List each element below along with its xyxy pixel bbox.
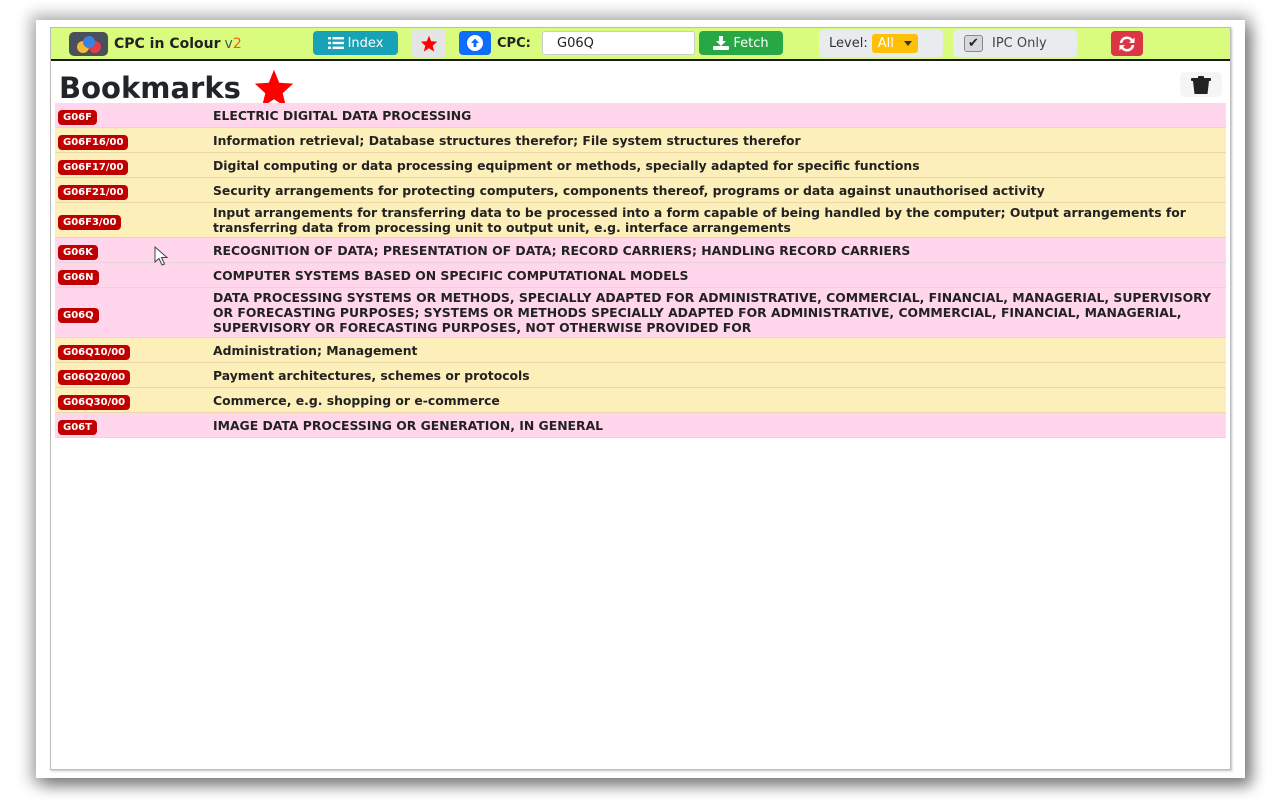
brand[interactable]: CPC in Colour v2 [69,31,242,57]
bookmark-row[interactable]: G06K RECOGNITION OF DATA; PRESENTATION OF… [55,238,1226,263]
star-icon [254,69,294,108]
cpc-code-badge[interactable]: G06N [58,270,99,285]
cpc-code-badge[interactable]: G06T [58,420,97,435]
bookmark-row[interactable]: G06T IMAGE DATA PROCESSING OR GENERATION,… [55,413,1226,438]
bookmark-title: Administration; Management [213,342,418,358]
bookmarks-table: G06F ELECTRIC DIGITAL DATA PROCESSING G06F… [55,103,1226,438]
clear-bookmarks-button[interactable] [1180,72,1222,97]
bookmark-title: Digital computing or data processing equ… [213,157,920,173]
bookmark-title: DATA PROCESSING SYSTEMS OR METHODS, SPEC… [213,290,1211,335]
mouse-cursor-icon [154,246,169,266]
ipc-only-checkbox[interactable]: ✔ [964,35,983,52]
cpc-code-badge[interactable]: G06F21/00 [58,185,129,200]
cpc-code-badge[interactable]: G06Q10/00 [58,345,131,360]
bookmark-code-cell: G06F17/00 [55,155,213,175]
bookmark-code-cell: G06F [55,105,213,125]
app-logo-icon [69,32,108,56]
cpc-input[interactable] [542,31,695,55]
cpc-code-badge[interactable]: G06Q30/00 [58,395,131,410]
bookmark-title: RECOGNITION OF DATA; PRESENTATION OF DAT… [213,242,911,258]
ipc-only-label: IPC Only [992,36,1047,51]
index-button[interactable]: Index [313,31,398,55]
star-icon [420,35,437,52]
cpc-code-badge[interactable]: G06F17/00 [58,160,129,175]
trash-icon [1191,75,1211,94]
level-select[interactable]: All [871,34,918,53]
fetch-label: Fetch [733,35,769,51]
caret-down-icon [903,41,912,46]
bookmark-title: ELECTRIC DIGITAL DATA PROCESSING [213,107,472,123]
cpc-code-badge[interactable]: G06K [58,245,98,260]
refresh-button[interactable] [1111,31,1143,56]
bookmark-code-cell: G06K [55,240,213,260]
upload-button[interactable] [459,31,491,55]
cpc-code-badge[interactable]: G06Q20/00 [58,370,131,385]
level-label: Level: [829,36,868,51]
bookmark-code-cell: G06F21/00 [55,180,213,200]
bookmark-title: COMPUTER SYSTEMS BASED ON SPECIFIC COMPU… [213,267,689,283]
fetch-button[interactable]: Fetch [699,31,783,55]
bookmark-row[interactable]: G06N COMPUTER SYSTEMS BASED ON SPECIFIC C… [55,263,1226,288]
bookmark-row[interactable]: G06Q DATA PROCESSING SYSTEMS OR METHODS, … [55,288,1226,338]
level-selected-value: All [877,36,894,51]
bookmark-title: IMAGE DATA PROCESSING OR GENERATION, IN … [213,417,604,433]
bookmark-code-cell: G06Q [55,303,213,323]
bookmark-title: Security arrangements for protecting com… [213,182,1045,198]
bookmark-title: Information retrieval; Database structur… [213,132,801,148]
cpc-code-badge[interactable]: G06F16/00 [58,135,129,150]
bookmark-code-cell: G06Q20/00 [55,365,213,385]
bookmark-row[interactable]: G06Q20/00 Payment architectures, schemes … [55,363,1226,388]
cpc-code-badge[interactable]: G06F [58,110,97,125]
bookmark-code-cell: G06N [55,265,213,285]
page-title-text: Bookmarks [59,71,241,105]
arrow-circle-up-icon [467,35,483,51]
bookmark-code-cell: G06Q30/00 [55,390,213,410]
bookmark-row[interactable]: G06F ELECTRIC DIGITAL DATA PROCESSING [55,103,1226,128]
bookmark-row[interactable]: G06F17/00 Digital computing or data proce… [55,153,1226,178]
navbar: CPC in Colour v2 Index CPC: G06Q Fetch L… [51,28,1230,61]
page-title: Bookmarks [59,68,295,108]
level-group: Level: All [819,30,943,57]
bookmark-code-cell: G06F3/00 [55,210,213,230]
refresh-icon [1119,35,1135,52]
cpc-code-badge[interactable]: G06F3/00 [58,215,122,230]
bookmarks-button[interactable] [411,29,446,57]
bookmark-title: Payment architectures, schemes or protoc… [213,367,530,383]
bookmark-row[interactable]: G06F16/00 Information retrieval; Database… [55,128,1226,153]
list-icon [327,37,344,49]
bookmark-code-cell: G06F16/00 [55,130,213,150]
cpc-label: CPC: [497,35,531,51]
app-panel: CPC in Colour v2 Index CPC: G06Q Fetch L… [50,27,1231,770]
bookmark-title: Input arrangements for transferring data… [213,205,1186,235]
app-version: v2 [224,36,242,52]
bookmark-code-cell: G06Q10/00 [55,340,213,360]
download-icon [713,36,730,50]
bookmark-code-cell: G06T [55,415,213,435]
bookmark-title: Commerce, e.g. shopping or e-commerce [213,392,500,408]
bookmark-row[interactable]: G06Q10/00 Administration; Management [55,338,1226,363]
app-name: CPC in Colour [114,36,221,52]
bookmark-row[interactable]: G06Q30/00 Commerce, e.g. shopping or e-co… [55,388,1226,413]
ipc-only-toggle[interactable]: ✔ IPC Only [953,30,1077,57]
bookmark-row[interactable]: G06F3/00 Input arrangements for transferr… [55,203,1226,238]
bookmark-row[interactable]: G06F21/00 Security arrangements for prote… [55,178,1226,203]
index-label: Index [347,35,384,51]
cpc-code-badge[interactable]: G06Q [58,307,99,323]
